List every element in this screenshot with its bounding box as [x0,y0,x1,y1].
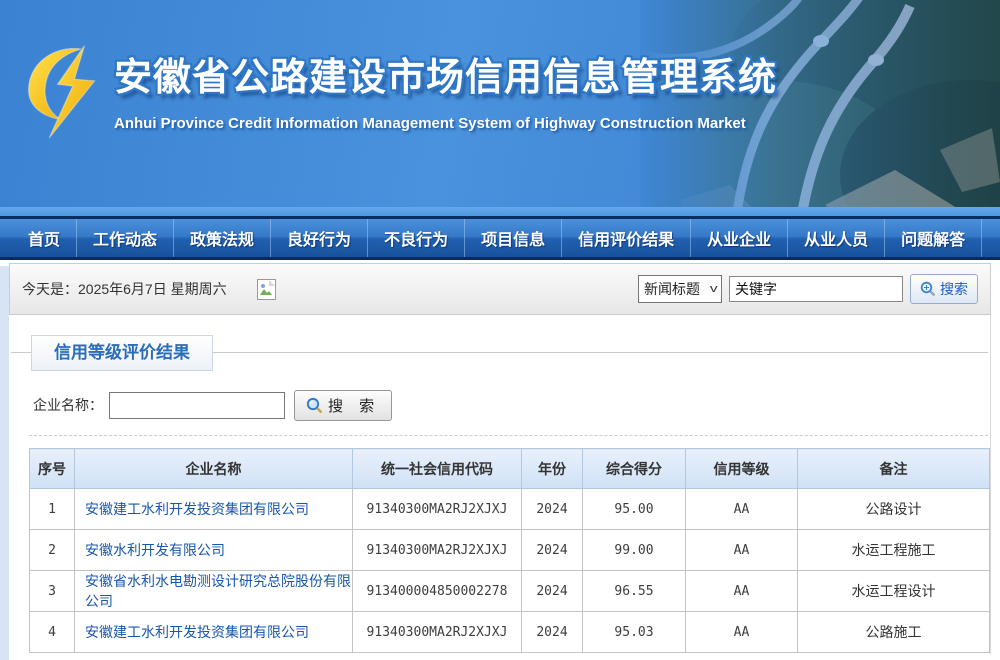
broken-image-icon [257,279,276,300]
company-name-label: 企业名称： [33,395,103,415]
cell-code: 91340300MA2RJ2XJXJ [353,612,522,653]
news-search-label: 搜索 [940,279,968,299]
cell-year: 2024 [522,571,583,612]
table-row: 3 安徽省水利水电勘测设计研究总院股份有限公司913400004850002278… [30,571,990,612]
nav-item-5[interactable]: 不良行为 [368,219,465,257]
cell-grade: AA [686,530,798,571]
company-link[interactable]: 安徽建工水利开发投资集团有限公司 [85,501,309,517]
cell-no: 3 [30,571,75,612]
header-bottom-strip [0,207,1000,216]
section-title: 信用等级评价结果 [31,335,213,371]
current-date-text: 今天是：2025年6月7日 星期周六 [22,279,227,299]
cell-grade: AA [686,571,798,612]
nav-item-10[interactable]: 问题解答 [885,219,982,257]
header-titles: 安徽省公路建设市场信用信息管理系统 Anhui Province Credit … [114,46,777,132]
magnifier-icon [306,397,323,414]
nav-item-4[interactable]: 良好行为 [271,219,368,257]
left-margin-strip [0,266,9,660]
cell-no: 4 [30,612,75,653]
company-search-form: 企业名称： 搜 索 [33,389,990,421]
company-link[interactable]: 安徽水利开发有限公司 [85,542,225,558]
nav-item-2[interactable]: 工作动态 [77,219,174,257]
cell-remark: 公路施工 [798,612,990,653]
cell-no: 2 [30,530,75,571]
table-row: 1 安徽建工水利开发投资集团有限公司 91340300MA2RJ2XJXJ20249… [30,489,990,530]
column-header: 年份 [522,449,583,489]
company-link[interactable]: 安徽建工水利开发投资集团有限公司 [85,624,309,640]
cell-no: 1 [30,489,75,530]
site-subtitle: Anhui Province Credit Information Manage… [114,115,777,132]
site-header: 安徽省公路建设市场信用信息管理系统 Anhui Province Credit … [0,0,1000,216]
column-header: 统一社会信用代码 [353,449,522,489]
company-search-label: 搜 索 [328,395,380,416]
cell-company: 安徽省水利水电勘测设计研究总院股份有限公司 [75,571,353,612]
column-header: 综合得分 [583,449,686,489]
company-search-button[interactable]: 搜 索 [294,390,392,421]
lightning-logo-icon [24,32,108,150]
section-head: 信用等级评价结果 [9,335,990,373]
info-bar: 今天是：2025年6月7日 星期周六 新闻标题 v [9,263,991,315]
column-header: 企业名称 [75,449,353,489]
table-row: 2 安徽水利开发有限公司 91340300MA2RJ2XJXJ202499.00AA… [30,530,990,571]
nav-item-7[interactable]: 信用评价结果 [562,219,691,257]
table-body: 1安徽建工水利开发投资集团有限公司91340300MA2RJ2XJXJ20249… [30,489,990,653]
cell-remark: 水运工程施工 [798,530,990,571]
nav-item-1[interactable]: 首页 [12,219,77,257]
cell-company: 安徽建工水利开发投资集团有限公司 [75,489,353,530]
cell-score: 99.00 [583,530,686,571]
nav-item-9[interactable]: 从业人员 [788,219,885,257]
page: 安徽省公路建设市场信用信息管理系统 Anhui Province Credit … [0,0,1000,654]
results-table: 序号企业名称统一社会信用代码年份综合得分信用等级备注 1 安徽建工水利开发投资集团… [29,448,990,653]
cell-company: 安徽水利开发有限公司 [75,530,353,571]
cell-code: 91340300MA2RJ2XJXJ [353,489,522,530]
cell-year: 2024 [522,612,583,653]
company-name-input[interactable] [109,392,285,419]
cell-code: 91340300MA2RJ2XJXJ [353,530,522,571]
column-header: 序号 [30,449,75,489]
cell-grade: AA [686,489,798,530]
site-title: 安徽省公路建设市场信用信息管理系统 [114,46,777,101]
news-search-group: 新闻标题 v 搜索 [638,274,978,304]
results-panel: 信用等级评价结果 企业名称： 搜 索 [9,315,991,654]
company-link[interactable]: 安徽省水利水电勘测设计研究总院股份有限公司 [85,573,351,609]
nav-item-6[interactable]: 项目信息 [465,219,562,257]
news-search-button[interactable]: 搜索 [910,274,978,304]
cell-year: 2024 [522,530,583,571]
main-nav: 首页工作动态政策法规良好行为不良行为项目信息信用评价结果从业企业从业人员问题解答 [0,216,1000,260]
cell-score: 95.00 [583,489,686,530]
nav-item-8[interactable]: 从业企业 [691,219,788,257]
cell-code: 913400004850002278 [353,571,522,612]
news-category-value: 新闻标题 [644,279,700,299]
chevron-down-icon: v [709,283,717,295]
news-category-select[interactable]: 新闻标题 v [638,275,722,303]
table-row: 4 安徽建工水利开发投资集团有限公司 91340300MA2RJ2XJXJ20249… [30,612,990,653]
cell-company: 安徽建工水利开发投资集团有限公司 [75,612,353,653]
keyword-input[interactable] [729,276,903,302]
magnifier-icon [920,281,936,297]
cell-remark: 公路设计 [798,489,990,530]
table-header-row: 序号企业名称统一社会信用代码年份综合得分信用等级备注 [30,449,990,489]
content-area: 今天是：2025年6月7日 星期周六 新闻标题 v [9,263,991,654]
cell-score: 96.55 [583,571,686,612]
column-header: 备注 [798,449,990,489]
dashed-divider [29,435,988,436]
column-header: 信用等级 [686,449,798,489]
cell-score: 95.03 [583,612,686,653]
cell-remark: 水运工程设计 [798,571,990,612]
cell-year: 2024 [522,489,583,530]
cell-grade: AA [686,612,798,653]
nav-item-3[interactable]: 政策法规 [174,219,271,257]
